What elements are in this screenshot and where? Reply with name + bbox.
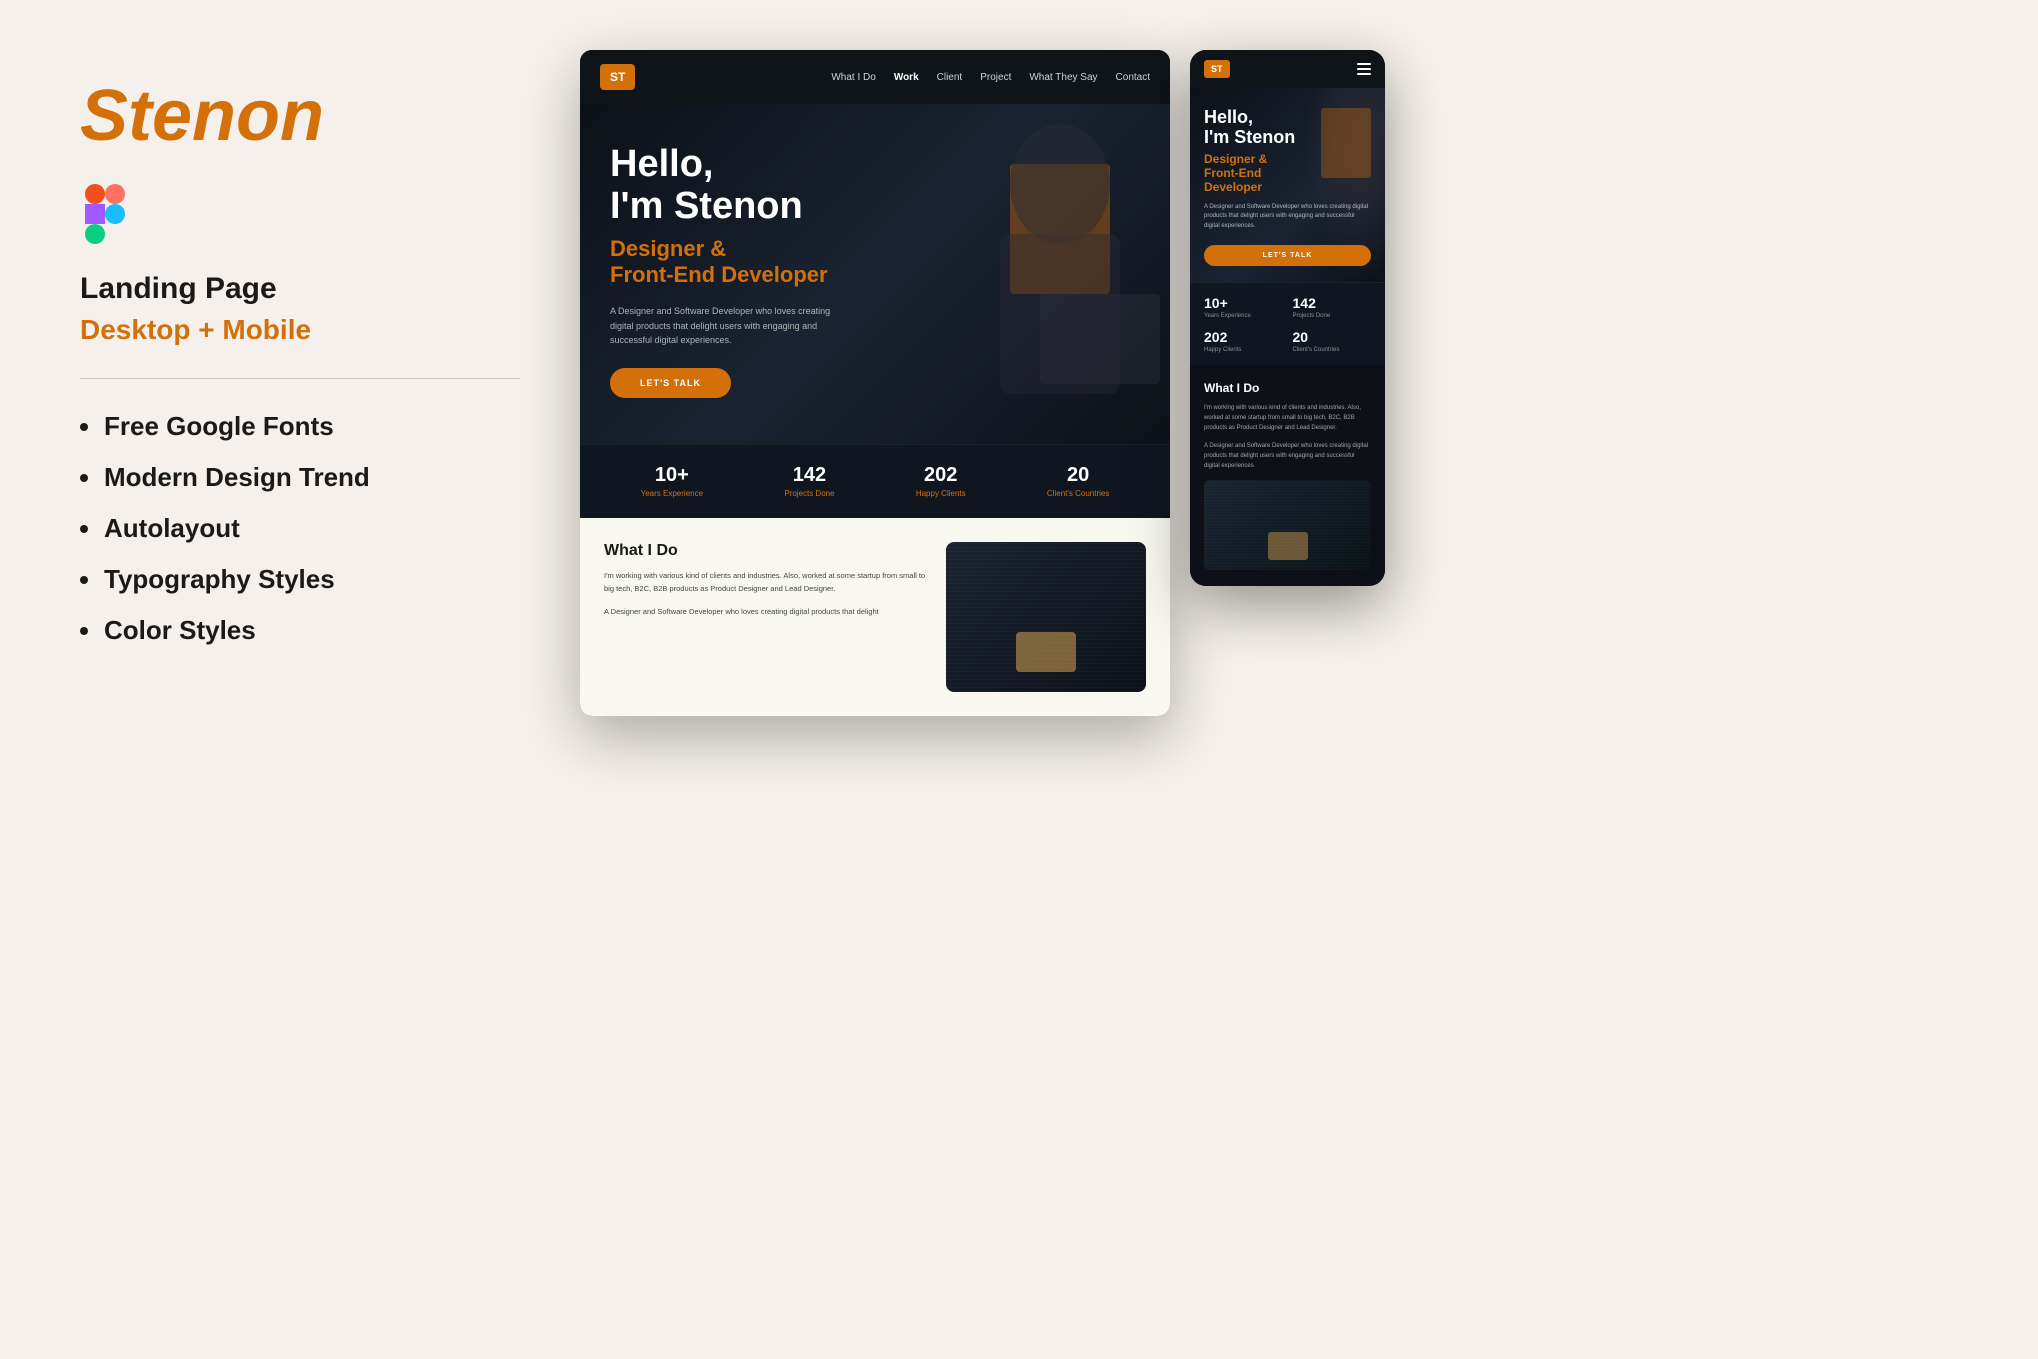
stat-clients-number: 202: [916, 465, 966, 485]
bullet-icon: [80, 525, 88, 533]
product-type: Landing Page: [80, 272, 520, 306]
stat-projects: 142 Projects Done: [784, 465, 834, 498]
mobile-wid-section: What I Do I'm working with various kind …: [1190, 365, 1385, 586]
desktop-nav-links: What I Do Work Client Project What They …: [831, 72, 1150, 83]
stat-clients: 202 Happy Clients: [916, 465, 966, 498]
features-list: Free Google Fonts Modern Design Trend Au…: [80, 411, 520, 646]
desktop-cta-button[interactable]: LET'S TALK: [610, 368, 731, 398]
desktop-wid-section: What I Do I'm working with various kind …: [580, 518, 1170, 716]
figma-icon: [80, 184, 520, 244]
stat-years: 10+ Years Experience: [641, 465, 703, 498]
hamburger-line: [1357, 68, 1371, 70]
list-item: Autolayout: [80, 513, 520, 544]
desktop-wid-desc2: A Designer and Software Developer who lo…: [604, 606, 926, 619]
desktop-wid-content: What I Do I'm working with various kind …: [604, 542, 926, 628]
mobile-stat-clients-label: Happy Clients: [1204, 347, 1283, 353]
bullet-icon: [80, 474, 88, 482]
bullet-icon: [80, 423, 88, 431]
stat-countries: 20 Client's Countries: [1047, 465, 1109, 498]
mobile-stat-countries-number: 20: [1293, 329, 1372, 345]
nav-link-whattheysay[interactable]: What They Say: [1029, 72, 1097, 83]
mobile-mockup: ST Hello,I'm Stenon Designer &Front-EndD…: [1190, 50, 1385, 586]
bullet-icon: [80, 627, 88, 635]
list-item: Free Google Fonts: [80, 411, 520, 442]
hamburger-line: [1357, 63, 1371, 65]
mobile-stat-years: 10+ Years Experience: [1204, 295, 1283, 319]
divider: [80, 378, 520, 379]
nav-link-whatido[interactable]: What I Do: [831, 72, 875, 83]
mobile-hero-section: Hello,I'm Stenon Designer &Front-EndDeve…: [1190, 88, 1385, 282]
mobile-stat-countries: 20 Client's Countries: [1293, 329, 1372, 353]
desktop-wid-image: [946, 542, 1146, 692]
mobile-hero-description: A Designer and Software Developer who lo…: [1204, 203, 1371, 232]
nav-link-client[interactable]: Client: [937, 72, 963, 83]
desktop-mockup: ST What I Do Work Client Project What Th…: [580, 50, 1170, 716]
mobile-hero-title: Hello,I'm Stenon: [1204, 108, 1371, 148]
list-item: Modern Design Trend: [80, 462, 520, 493]
stat-years-number: 10+: [641, 465, 703, 485]
mobile-stat-projects-label: Projects Done: [1293, 313, 1372, 319]
mobile-stat-countries-label: Client's Countries: [1293, 347, 1372, 353]
mobile-wid-title: What I Do: [1204, 381, 1371, 395]
stat-projects-label: Projects Done: [784, 489, 834, 498]
mobile-stat-projects: 142 Projects Done: [1293, 295, 1372, 319]
nav-link-work[interactable]: Work: [894, 72, 919, 83]
mobile-stat-clients: 202 Happy Clients: [1204, 329, 1283, 353]
desktop-hero-content: Hello,I'm Stenon Designer &Front-End Dev…: [610, 144, 1140, 398]
hamburger-line: [1357, 73, 1371, 75]
nav-link-project[interactable]: Project: [980, 72, 1011, 83]
desktop-hero-title: Hello,I'm Stenon: [610, 144, 1140, 228]
mobile-stat-clients-number: 202: [1204, 329, 1283, 345]
mobile-cta-button[interactable]: LET'S TALK: [1204, 245, 1371, 266]
desktop-hero-description: A Designer and Software Developer who lo…: [610, 304, 850, 347]
mobile-nav-logo: ST: [1204, 60, 1230, 78]
stat-years-label: Years Experience: [641, 489, 703, 498]
brand-title: Stenon: [80, 80, 520, 152]
desktop-wid-desc1: I'm working with various kind of clients…: [604, 570, 926, 596]
stat-countries-label: Client's Countries: [1047, 489, 1109, 498]
desktop-hero-subtitle: Designer &Front-End Developer: [610, 236, 1140, 289]
stat-clients-label: Happy Clients: [916, 489, 966, 498]
mobile-stat-projects-number: 142: [1293, 295, 1372, 311]
nav-link-contact[interactable]: Contact: [1116, 72, 1150, 83]
desktop-hero-section: Hello,I'm Stenon Designer &Front-End Dev…: [580, 104, 1170, 444]
stat-projects-number: 142: [784, 465, 834, 485]
mobile-stat-years-number: 10+: [1204, 295, 1283, 311]
mockups-container: ST What I Do Work Client Project What Th…: [580, 50, 1958, 716]
product-variant: Desktop + Mobile: [80, 314, 520, 346]
mobile-nav: ST: [1190, 50, 1385, 88]
stat-countries-number: 20: [1047, 465, 1109, 485]
desktop-nav: ST What I Do Work Client Project What Th…: [580, 50, 1170, 104]
list-item: Color Styles: [80, 615, 520, 646]
list-item: Typography Styles: [80, 564, 520, 595]
mobile-wid-image: [1204, 480, 1371, 570]
mobile-stats-section: 10+ Years Experience 142 Projects Done 2…: [1190, 282, 1385, 365]
mobile-stat-years-label: Years Experience: [1204, 313, 1283, 319]
desktop-stats-section: 10+ Years Experience 142 Projects Done 2…: [580, 444, 1170, 518]
mobile-wid-desc1: I'm working with various kind of clients…: [1204, 403, 1371, 434]
bullet-icon: [80, 576, 88, 584]
desktop-wid-title: What I Do: [604, 542, 926, 560]
mobile-wid-desc2: A Designer and Software Developer who lo…: [1204, 441, 1371, 472]
desktop-nav-logo: ST: [600, 64, 635, 90]
left-panel: Stenon Landing Page Desktop + Mobile Fre…: [80, 60, 520, 646]
hamburger-icon[interactable]: [1357, 63, 1371, 75]
mobile-hero-subtitle: Designer &Front-EndDeveloper: [1204, 152, 1371, 195]
